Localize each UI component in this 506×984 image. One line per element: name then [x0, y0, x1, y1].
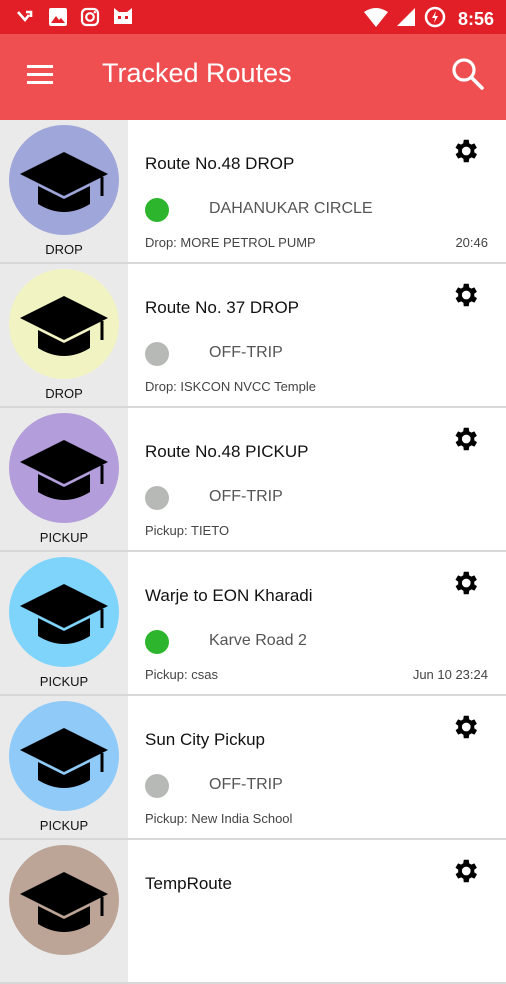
current-location: OFF-TRIP — [209, 344, 283, 361]
app-bar: Tracked Routes — [0, 34, 506, 120]
trip-type-label: PICKUP — [39, 530, 89, 545]
trip-type-label: PICKUP — [39, 818, 89, 833]
battery-saver-icon — [424, 6, 446, 33]
gear-icon — [450, 715, 480, 746]
clock: 8:56 — [457, 9, 494, 29]
status-bar: 8:56 — [0, 0, 506, 34]
status-indicator — [145, 342, 169, 366]
trip-type-label: DROP — [45, 386, 83, 401]
graduation-cap-icon — [9, 269, 119, 379]
stop-label: Drop: MORE PETROL PUMP — [145, 235, 316, 250]
settings-button[interactable] — [450, 856, 480, 886]
route-row[interactable]: DROP Route No.48 DROP DAHANUKAR CIRCLE Drop… — [0, 120, 506, 264]
image-icon — [48, 7, 68, 32]
menu-button[interactable] — [22, 60, 58, 90]
trip-type-label: DROP — [45, 242, 83, 257]
last-update-time: Jun 10 23:24 — [412, 667, 488, 682]
route-name: Route No.48 PICKUP — [145, 442, 309, 461]
route-name: Warje to EON Kharadi — [145, 586, 313, 605]
current-location: DAHANUKAR CIRCLE — [209, 200, 373, 217]
current-location: OFF-TRIP — [209, 488, 283, 505]
cat-app-icon — [112, 7, 134, 32]
status-indicator — [145, 774, 169, 798]
graduation-cap-icon — [9, 845, 119, 955]
route-row[interactable]: PICKUP Warje to EON Kharadi Karve Road 2 Pi… — [0, 552, 506, 696]
stop-label: Pickup: TIETO — [145, 523, 230, 538]
route-thumbnail: PICKUP — [0, 696, 128, 838]
route-thumbnail: DROP — [0, 120, 128, 262]
current-location: Karve Road 2 — [209, 632, 307, 649]
graduation-cap-icon — [9, 701, 119, 811]
gear-icon — [450, 859, 480, 890]
route-name: Sun City Pickup — [145, 730, 265, 749]
route-thumbnail: PICKUP — [0, 408, 128, 550]
instagram-icon — [80, 7, 100, 32]
status-indicator — [145, 486, 169, 510]
stop-label: Pickup: csas — [145, 667, 218, 682]
hamburger-icon — [27, 65, 53, 84]
route-list: DROP Route No.48 DROP DAHANUKAR CIRCLE Drop… — [0, 120, 506, 984]
graduation-cap-icon — [9, 557, 119, 667]
route-name: Route No.48 DROP — [145, 154, 295, 173]
system-icons: 8:56 — [363, 6, 494, 33]
notification-icons — [16, 7, 134, 32]
gear-icon — [450, 427, 480, 458]
last-update-time: 20:46 — [455, 235, 488, 250]
stop-label: Drop: ISKCON NVCC Temple — [145, 379, 316, 394]
gear-icon — [450, 571, 480, 602]
search-button[interactable] — [450, 56, 486, 92]
route-thumbnail: PICKUP — [0, 552, 128, 694]
route-row[interactable]: PICKUP Route No.48 PICKUP OFF-TRIP Pickup: … — [0, 408, 506, 552]
status-indicator — [145, 198, 169, 222]
stop-label: Pickup: New India School — [145, 811, 293, 826]
route-thumbnail: DROP — [0, 264, 128, 406]
graduation-cap-icon — [9, 125, 119, 235]
settings-button[interactable] — [450, 424, 480, 454]
settings-button[interactable] — [450, 568, 480, 598]
route-row[interactable]: PICKUP Sun City Pickup OFF-TRIP Pickup: New… — [0, 696, 506, 840]
settings-button[interactable] — [450, 280, 480, 310]
search-icon — [452, 58, 484, 90]
wifi-icon — [363, 7, 388, 32]
settings-button[interactable] — [450, 136, 480, 166]
settings-button[interactable] — [450, 712, 480, 742]
page-title: Tracked Routes — [102, 58, 292, 88]
missed-call-icon — [16, 8, 36, 31]
graduation-cap-icon — [9, 413, 119, 523]
trip-type-label: PICKUP — [39, 674, 89, 689]
route-thumbnail — [0, 840, 128, 982]
signal-icon — [396, 7, 416, 32]
current-location: OFF-TRIP — [209, 776, 283, 793]
route-row[interactable]: DROP Route No. 37 DROP OFF-TRIP Drop: ISKCO… — [0, 264, 506, 408]
route-row[interactable]: TempRoute — [0, 840, 506, 984]
status-indicator — [145, 630, 169, 654]
gear-icon — [450, 139, 480, 170]
gear-icon — [450, 283, 480, 314]
route-name: TempRoute — [145, 874, 232, 893]
route-name: Route No. 37 DROP — [145, 298, 300, 317]
